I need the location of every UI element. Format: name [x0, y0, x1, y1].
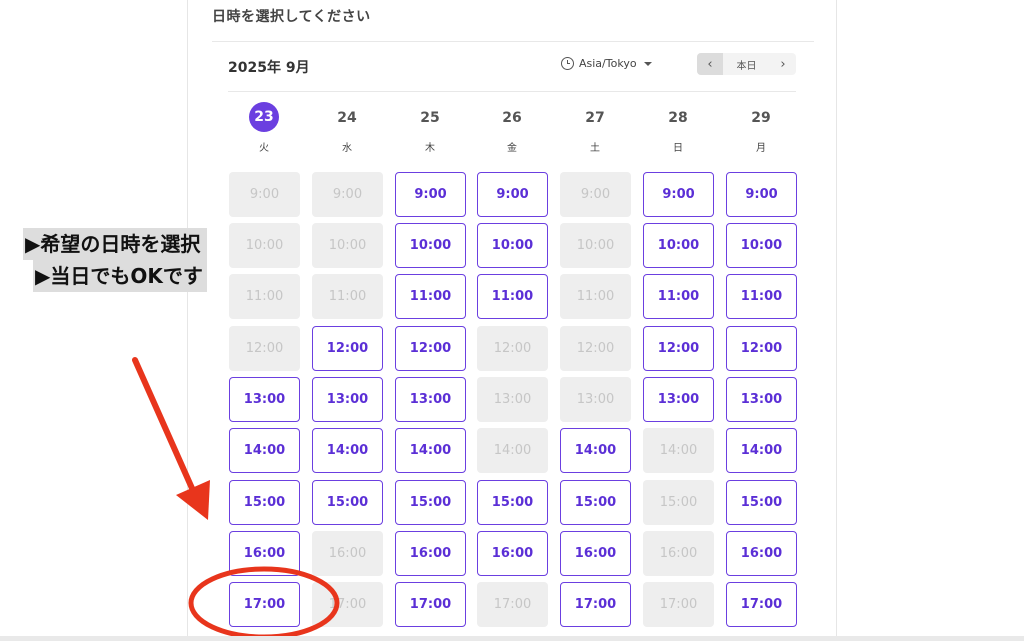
time-slot-button[interactable]: 17:00	[726, 582, 797, 627]
time-slot-button: 9:00	[229, 172, 300, 217]
time-slot-button[interactable]: 13:00	[395, 377, 466, 422]
time-slot-button[interactable]: 13:00	[643, 377, 714, 422]
day-weekday-5: 日	[673, 143, 683, 154]
day-weekday-4: 土	[590, 143, 600, 154]
time-slot-button[interactable]: 15:00	[312, 480, 383, 525]
page-title: 日時を選択してください	[212, 9, 371, 25]
time-slot-button: 13:00	[560, 377, 631, 422]
clock-icon	[561, 57, 574, 70]
time-slot-button[interactable]: 15:00	[560, 480, 631, 525]
time-slot-button: 10:00	[229, 223, 300, 268]
prev-week-button[interactable]: ‹	[697, 53, 723, 75]
time-slot-button[interactable]: 11:00	[643, 274, 714, 319]
annotation-line-1: ▶希望の日時を選択	[23, 228, 207, 260]
annotation-note: ▶希望の日時を選択 ▶当日でもOKです	[23, 228, 207, 292]
time-slot-button[interactable]: 9:00	[477, 172, 548, 217]
time-slot-button[interactable]: 14:00	[229, 428, 300, 473]
time-slot-button[interactable]: 13:00	[726, 377, 797, 422]
time-slot-button: 12:00	[477, 326, 548, 371]
time-slot-button[interactable]: 10:00	[395, 223, 466, 268]
time-slot-button[interactable]: 13:00	[312, 377, 383, 422]
time-slot-button[interactable]: 16:00	[229, 531, 300, 576]
time-slot-button[interactable]: 16:00	[560, 531, 631, 576]
day-number-6[interactable]: 29	[746, 104, 776, 132]
time-slot-button: 13:00	[477, 377, 548, 422]
day-number-1[interactable]: 24	[332, 104, 362, 132]
time-slot-button[interactable]: 11:00	[477, 274, 548, 319]
time-slot-button[interactable]: 16:00	[477, 531, 548, 576]
time-slot-button[interactable]: 16:00	[726, 531, 797, 576]
day-number-0[interactable]: 23	[249, 102, 279, 132]
time-slot-button: 9:00	[312, 172, 383, 217]
time-slot-button[interactable]: 9:00	[726, 172, 797, 217]
time-slot-button[interactable]: 12:00	[312, 326, 383, 371]
time-slot-button: 16:00	[312, 531, 383, 576]
time-slot-button[interactable]: 9:00	[643, 172, 714, 217]
time-slot-button[interactable]: 12:00	[726, 326, 797, 371]
time-slot-button[interactable]: 10:00	[726, 223, 797, 268]
time-slot-button: 11:00	[312, 274, 383, 319]
month-label: 2025年 9月	[228, 60, 310, 76]
bottom-scrollbar	[0, 636, 1024, 641]
time-slot-button: 12:00	[229, 326, 300, 371]
time-slot-button[interactable]: 13:00	[229, 377, 300, 422]
arrow-shaft	[132, 357, 198, 498]
time-slot-button[interactable]: 14:00	[726, 428, 797, 473]
time-slot-button[interactable]: 15:00	[395, 480, 466, 525]
day-number-4[interactable]: 27	[580, 104, 610, 132]
annotation-line-2: ▶当日でもOKです	[33, 260, 207, 292]
time-slot-button: 9:00	[560, 172, 631, 217]
time-slot-button[interactable]: 14:00	[560, 428, 631, 473]
time-slot-button: 11:00	[229, 274, 300, 319]
divider	[212, 41, 814, 42]
time-slot-button: 16:00	[643, 531, 714, 576]
next-week-button[interactable]: ›	[770, 53, 796, 75]
time-slot-button[interactable]: 17:00	[395, 582, 466, 627]
time-slot-button[interactable]: 11:00	[726, 274, 797, 319]
chevron-down-icon	[643, 61, 652, 66]
time-slot-button[interactable]: 14:00	[312, 428, 383, 473]
time-slot-button[interactable]: 10:00	[477, 223, 548, 268]
time-slot-button: 17:00	[643, 582, 714, 627]
day-weekday-3: 金	[507, 143, 517, 154]
time-slot-button: 15:00	[643, 480, 714, 525]
day-weekday-2: 木	[425, 143, 435, 154]
timezone-label: Asia/Tokyo	[579, 57, 637, 70]
time-slot-button: 12:00	[560, 326, 631, 371]
time-slot-button[interactable]: 12:00	[395, 326, 466, 371]
time-slot-button: 17:00	[312, 582, 383, 627]
time-slot-button[interactable]: 15:00	[229, 480, 300, 525]
time-slot-button[interactable]: 11:00	[395, 274, 466, 319]
time-slot-button[interactable]: 17:00	[560, 582, 631, 627]
date-navigation: ‹ 本日 ›	[697, 53, 796, 75]
day-weekday-0: 火	[259, 143, 269, 154]
time-slot-button: 14:00	[477, 428, 548, 473]
time-slot-button[interactable]: 16:00	[395, 531, 466, 576]
day-number-5[interactable]: 28	[663, 104, 693, 132]
time-slot-button[interactable]: 10:00	[643, 223, 714, 268]
time-slot-button: 10:00	[560, 223, 631, 268]
day-number-3[interactable]: 26	[497, 104, 527, 132]
time-slot-button: 10:00	[312, 223, 383, 268]
today-button[interactable]: 本日	[723, 53, 770, 75]
time-slot-button: 11:00	[560, 274, 631, 319]
time-slot-button[interactable]: 17:00	[229, 582, 300, 627]
time-slot-button[interactable]: 12:00	[643, 326, 714, 371]
day-weekday-1: 水	[342, 143, 352, 154]
time-slot-button[interactable]: 9:00	[395, 172, 466, 217]
screen: 日時を選択してください 2025年 9月 Asia/Tokyo ‹ 本日 › 9…	[0, 0, 1024, 641]
day-weekday-6: 月	[756, 143, 766, 154]
time-slot-button[interactable]: 15:00	[726, 480, 797, 525]
day-number-2[interactable]: 25	[415, 104, 445, 132]
divider	[228, 91, 796, 92]
time-slot-button[interactable]: 14:00	[395, 428, 466, 473]
timezone-select[interactable]: Asia/Tokyo	[561, 57, 652, 70]
time-slot-button[interactable]: 15:00	[477, 480, 548, 525]
time-slot-button: 14:00	[643, 428, 714, 473]
time-slot-button: 17:00	[477, 582, 548, 627]
